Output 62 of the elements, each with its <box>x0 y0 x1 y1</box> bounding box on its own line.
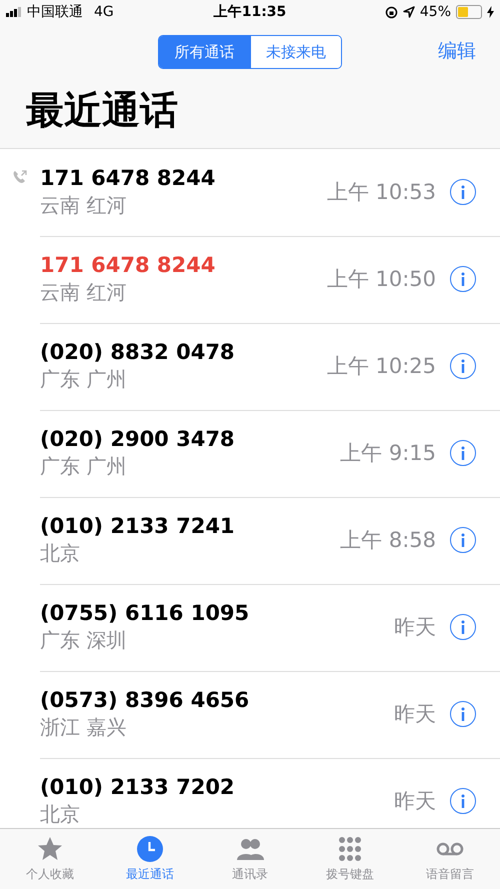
call-location: 北京 <box>40 540 81 566</box>
info-button[interactable] <box>450 788 476 814</box>
info-icon <box>460 620 466 634</box>
info-icon <box>460 446 466 460</box>
tab-bar-item[interactable]: 语音留言 <box>400 829 500 889</box>
rotation-lock-icon <box>384 6 398 18</box>
page-title: 最近通话 <box>25 87 179 134</box>
call-time: 上午 10:50 <box>326 266 436 293</box>
phone-number: (0755) 6116 1095 <box>40 600 250 624</box>
info-icon <box>460 359 466 373</box>
call-time: 上午 8:58 <box>340 527 436 554</box>
network-type: 4G <box>94 4 114 20</box>
info-icon <box>460 707 466 721</box>
star-icon <box>36 835 64 863</box>
call-location: 云南 红河 <box>40 278 128 306</box>
battery-percent: 45% <box>420 4 452 20</box>
outgoing-call-icon <box>12 169 28 185</box>
call-location: 北京 <box>40 800 81 828</box>
call-time: 昨天 <box>394 701 436 728</box>
charging-bolt-icon <box>487 6 494 18</box>
info-button[interactable] <box>450 440 476 466</box>
call-time: 昨天 <box>394 614 436 641</box>
keypad-icon <box>336 835 364 863</box>
tab-bar-item[interactable]: 个人收藏 <box>0 829 100 889</box>
info-button[interactable] <box>450 701 476 727</box>
tab-bar-item[interactable]: 通讯录 <box>200 829 300 889</box>
info-button[interactable] <box>450 614 476 640</box>
clock-icon <box>136 835 164 863</box>
info-button[interactable] <box>450 353 476 379</box>
info-button[interactable] <box>450 266 476 292</box>
info-icon <box>460 185 466 199</box>
call-time: 上午 9:15 <box>340 440 436 467</box>
phone-number: 171 6478 8244 <box>40 252 216 276</box>
info-icon <box>460 533 466 547</box>
call-location: 云南 红河 <box>40 192 128 218</box>
signal-icon <box>6 7 22 17</box>
call-time: 上午 10:25 <box>326 353 436 380</box>
call-time: 上午 10:53 <box>326 179 436 206</box>
phone-number: (010) 2133 7202 <box>40 774 236 798</box>
tab-bar-item[interactable]: 最近通话 <box>100 829 200 889</box>
segment-tab[interactable]: 未接来电 <box>250 36 341 68</box>
call-location: 浙江 嘉兴 <box>40 714 128 740</box>
phone-number: 171 6478 8244 <box>40 166 216 190</box>
info-icon <box>460 794 466 808</box>
info-button[interactable] <box>450 179 476 205</box>
call-location: 广东 深圳 <box>40 626 128 654</box>
call-time: 昨天 <box>394 788 436 815</box>
battery-icon <box>456 5 482 19</box>
phone-number: (020) 8832 0478 <box>40 340 236 364</box>
segment-tab[interactable]: 所有通话 <box>159 36 250 68</box>
call-location: 广东 广州 <box>40 452 128 480</box>
call-location: 广东 广州 <box>40 366 128 392</box>
info-icon <box>460 272 466 286</box>
status-time: 上午11:35 <box>214 4 286 20</box>
phone-number: (010) 2133 7241 <box>40 514 236 538</box>
carrier-name: 中国联通 <box>27 3 83 21</box>
info-button[interactable] <box>450 527 476 553</box>
phone-number: (020) 2900 3478 <box>40 426 236 450</box>
edit-button[interactable]: 编辑 <box>438 38 476 64</box>
tab-bar-item[interactable]: 拨号键盘 <box>300 829 400 889</box>
location-arrow-icon <box>402 6 415 18</box>
phone-number: (0573) 8396 4656 <box>40 688 250 712</box>
